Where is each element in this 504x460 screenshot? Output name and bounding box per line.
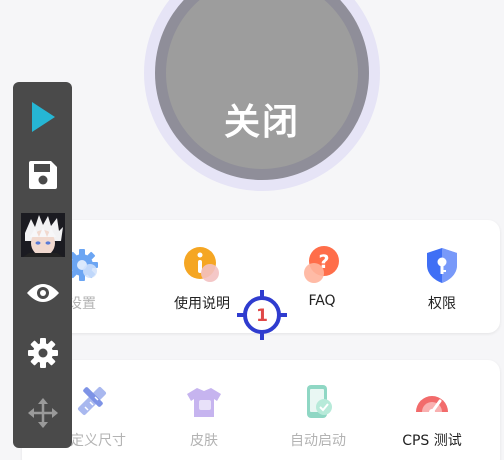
shield-key-icon xyxy=(422,245,462,285)
auto-start-label: 自动启动 xyxy=(290,433,346,449)
app-screen: 关闭 设置 使用说明 ? FAQ 权限 自定义尺寸 皮肤 自动启动 CPS 测试… xyxy=(0,0,504,460)
auto-start-item[interactable]: 自动启动 xyxy=(263,382,373,450)
play-icon xyxy=(31,102,55,132)
speedometer-icon xyxy=(412,382,452,422)
save-icon xyxy=(28,161,57,189)
play-button[interactable] xyxy=(13,92,72,142)
gear-icon xyxy=(27,338,58,368)
cps-test-item[interactable]: CPS 测试 xyxy=(377,382,487,450)
save-button[interactable] xyxy=(13,150,72,200)
info-icon xyxy=(182,245,222,285)
click-point-number: 1 xyxy=(256,306,268,326)
ruler-pencil-icon xyxy=(71,382,111,422)
question-icon: ? xyxy=(302,245,342,285)
eye-icon xyxy=(26,284,59,302)
main-toggle-label: 关闭 xyxy=(223,102,300,143)
move-handle[interactable] xyxy=(13,388,72,438)
avatar xyxy=(20,213,65,257)
skin-label: 皮肤 xyxy=(190,433,218,449)
visibility-button[interactable] xyxy=(13,268,72,318)
instructions-label: 使用说明 xyxy=(174,296,230,312)
permissions-item[interactable]: 权限 xyxy=(387,245,497,313)
cps-test-label: CPS 测试 xyxy=(402,433,462,449)
click-point-target[interactable]: 1 xyxy=(237,290,287,340)
profile-avatar-button[interactable] xyxy=(13,210,72,260)
move-icon xyxy=(27,398,58,428)
shirt-icon xyxy=(184,382,224,422)
secondary-options-card: 自定义尺寸 皮肤 自动启动 CPS 测试 xyxy=(22,360,500,460)
faq-label: FAQ xyxy=(308,293,336,309)
floating-toolbar xyxy=(13,82,72,448)
permissions-label: 权限 xyxy=(428,296,456,312)
phone-icon xyxy=(298,382,338,422)
settings-label: 设置 xyxy=(68,296,96,312)
settings-button[interactable] xyxy=(13,328,72,378)
skin-item[interactable]: 皮肤 xyxy=(149,382,259,450)
